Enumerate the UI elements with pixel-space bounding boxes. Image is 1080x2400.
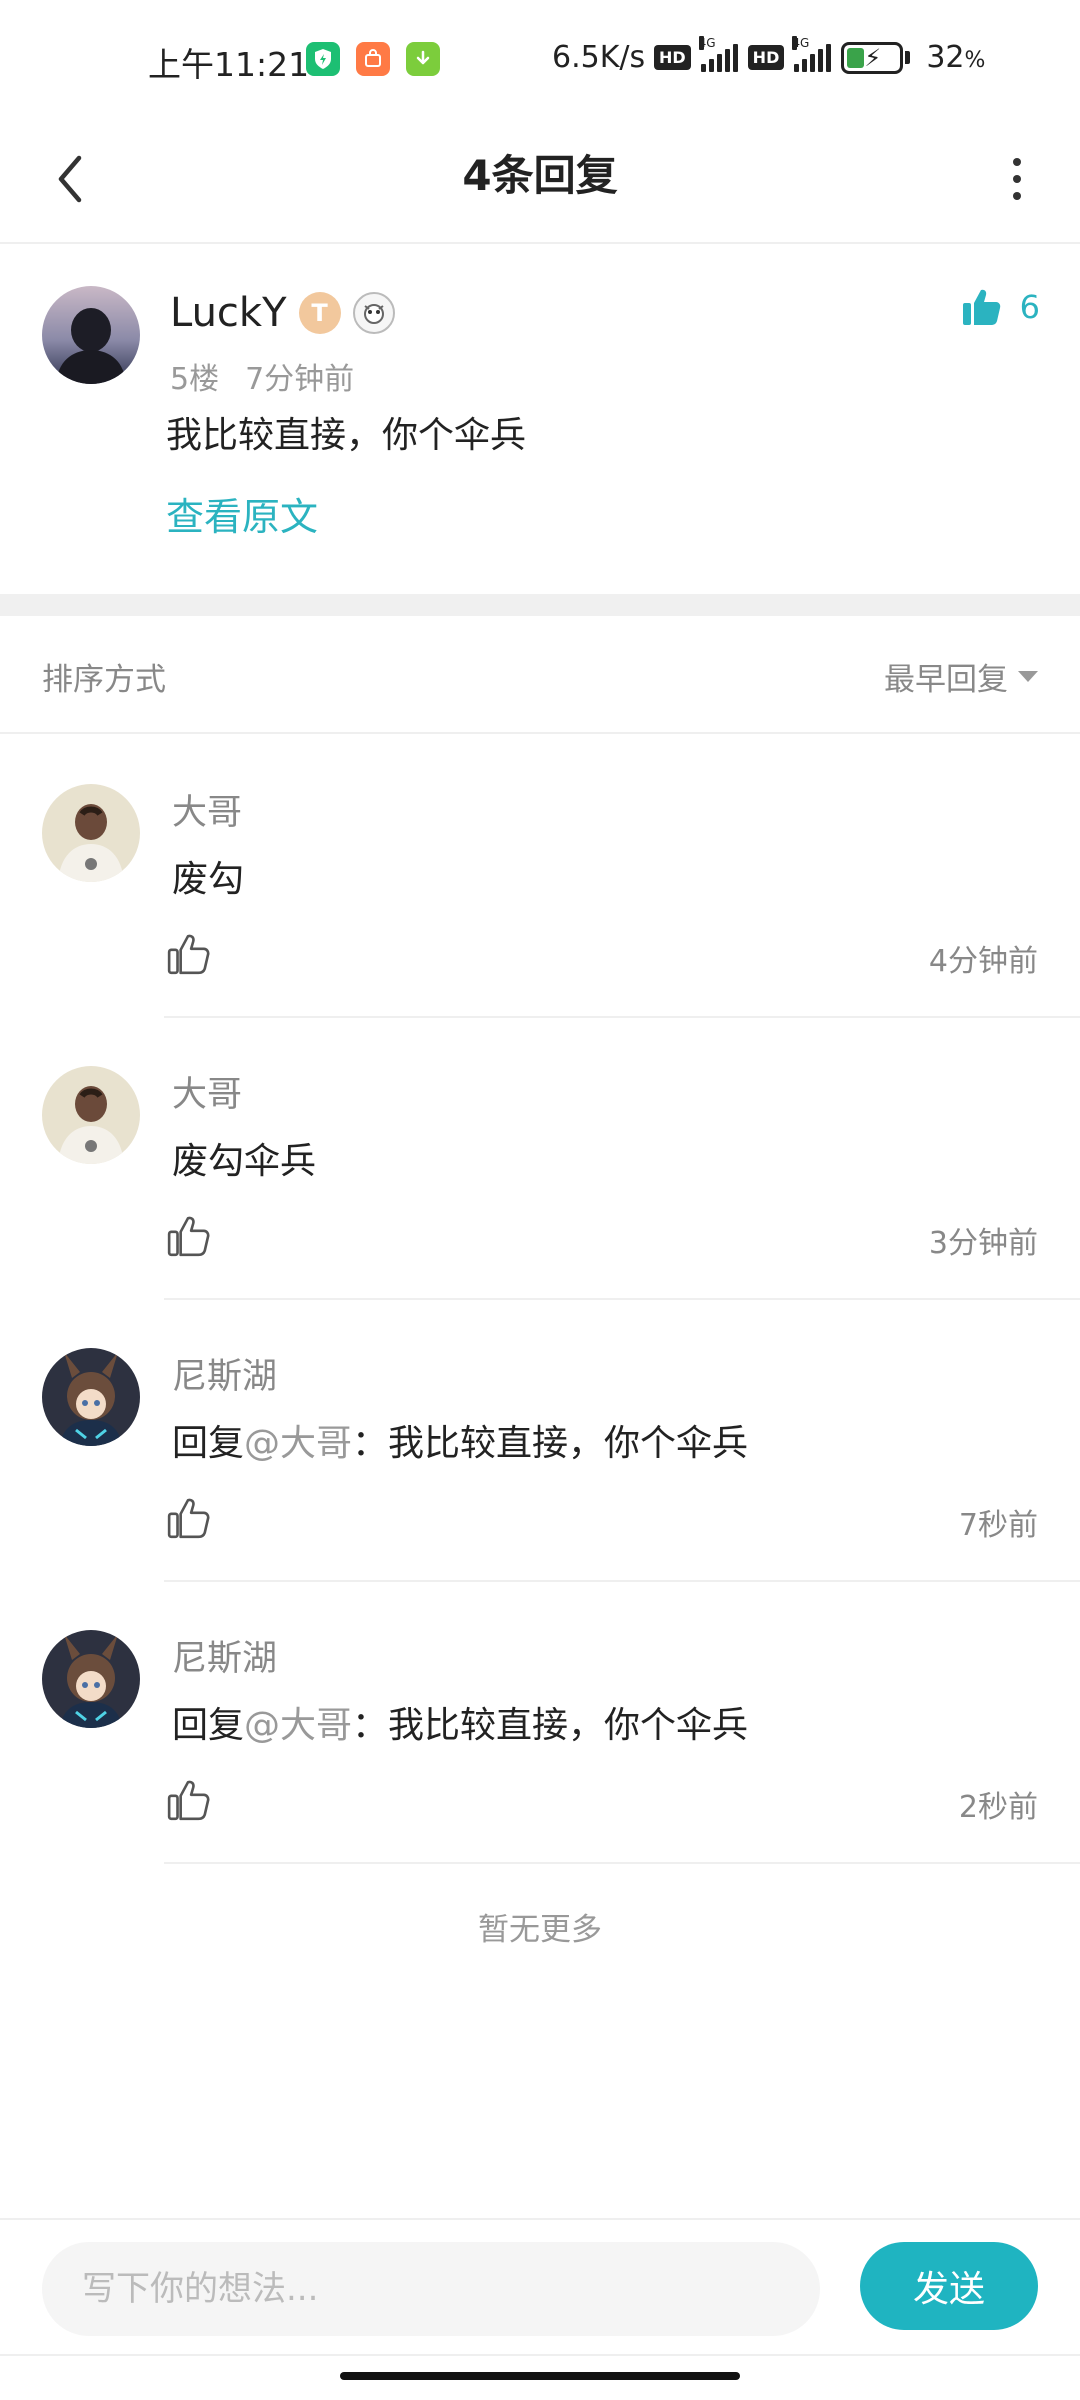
reply-author[interactable]: 大哥 [172,784,242,835]
medal-icon [352,292,395,334]
comment-meta: 5楼 7分钟前 [170,354,354,398]
thumbs-up-icon [167,934,210,975]
signal-icon: 4G [698,35,738,72]
divider [164,1862,1080,1864]
comment-input-bar: 发送 [0,2218,1080,2356]
signal-icon: 4G [792,35,832,72]
network-speed: 6.5K/s [552,40,646,75]
avatar[interactable] [42,1630,140,1728]
sort-selected: 最早回复 [884,662,1008,698]
avatar[interactable] [42,286,140,384]
reply-author[interactable]: 尼斯湖 [172,1348,277,1399]
hd-icon: HD [654,45,691,70]
like-button[interactable]: 6 [960,286,1040,328]
send-button[interactable]: 发送 [860,2242,1038,2330]
reply-content: 回复@大哥：我比较直接，你个伞兵 [172,1705,749,1746]
thumbs-up-filled-icon [962,289,1000,325]
more-dot [1013,158,1021,166]
shield-app-icon [306,42,340,76]
reply-time: 4分钟前 [928,944,1038,979]
download-app-icon [406,42,440,76]
more-dot [1013,175,1021,183]
like-count: 6 [1019,288,1040,326]
floor-number: 5楼 [170,362,220,397]
mi-store-app-icon [356,42,390,76]
reply-item: 大哥 废勾 4分钟前 [0,736,1080,1018]
original-comment: LuckY T 5楼 7分钟前 我比较直接，你个伞兵 查看原文 6 [0,246,1080,594]
thumbs-up-icon [167,1216,210,1257]
reply-author[interactable]: 尼斯湖 [172,1630,277,1681]
reply-item: 尼斯湖 回复@大哥：我比较直接，你个伞兵 2秒前 [0,1582,1080,1864]
home-indicator[interactable] [340,2372,740,2380]
reply-content: 废勾伞兵 [172,1141,317,1182]
more-dot [1013,192,1021,200]
reply-time: 7秒前 [958,1508,1038,1543]
sort-dropdown[interactable]: 最早回复 [884,654,1038,699]
reply-content: 废勾 [172,859,245,900]
page-title: 4条回复 [462,151,618,200]
like-button[interactable] [166,1778,210,1822]
mention-link[interactable]: @大哥 [244,1423,352,1464]
app-header: 4条回复 [0,120,1080,244]
battery-icon: ⚡ [841,41,911,74]
level-badge: T [298,292,341,334]
avatar[interactable] [42,1066,140,1164]
battery-percentage: 32% [926,40,986,75]
status-bar: 上午11:21 6.5K/s HD 4G HD 4G ⚡ 32% [0,0,1080,120]
author-name[interactable]: LuckY [170,290,287,336]
reply-item: 尼斯湖 回复@大哥：我比较直接，你个伞兵 7秒前 [0,1300,1080,1582]
like-button[interactable] [166,932,210,976]
mention-link[interactable]: @大哥 [244,1705,352,1746]
status-time: 上午11:21 [148,45,310,84]
reply-time: 2秒前 [958,1790,1038,1825]
caret-down-icon [1018,671,1038,682]
no-more-label: 暂无更多 [478,1912,602,1948]
thumbs-up-icon [167,1780,210,1821]
reply-item: 大哥 废勾伞兵 3分钟前 [0,1018,1080,1300]
comment-input[interactable] [42,2242,820,2336]
comment-author: LuckY T [170,290,395,336]
hd-icon: HD [747,45,785,70]
comment-time: 7分钟前 [245,362,355,397]
reply-time: 3分钟前 [928,1226,1038,1261]
comment-content: 我比较直接，你个伞兵 [166,415,527,456]
net-type-label: 4G [792,35,810,50]
like-button[interactable] [166,1496,210,1540]
reply-author[interactable]: 大哥 [172,1066,242,1117]
avatar[interactable] [42,784,140,882]
avatar[interactable] [42,1348,140,1446]
net-type-label: 4G [698,35,716,50]
view-original-link[interactable]: 查看原文 [166,486,318,541]
more-options-button[interactable] [1002,146,1032,212]
like-button[interactable] [166,1214,210,1258]
status-indicators: HD 4G HD 4G ⚡ 32% [654,35,986,75]
section-divider [0,594,1080,616]
thumbs-up-icon [167,1498,210,1539]
reply-content: 回复@大哥：我比较直接，你个伞兵 [172,1423,749,1464]
sort-label: 排序方式 [42,662,166,698]
sort-bar: 排序方式 最早回复 [0,616,1080,734]
